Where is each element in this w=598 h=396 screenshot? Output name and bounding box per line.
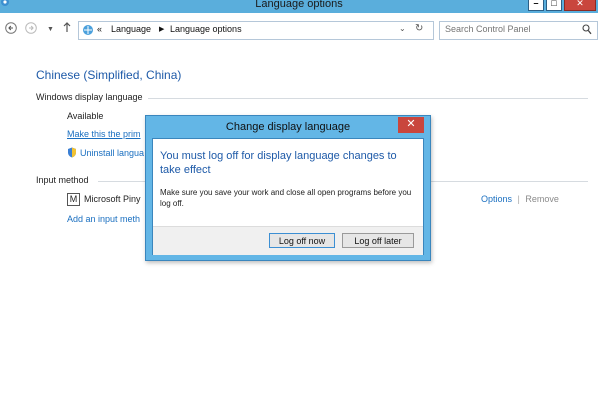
search-icon[interactable]: [582, 24, 592, 37]
availability-status: Available: [67, 111, 104, 121]
minimize-button[interactable]: –: [528, 0, 544, 11]
dialog-close-button[interactable]: ✕: [398, 117, 424, 133]
breadcrumb-language[interactable]: Language: [111, 24, 151, 34]
dialog-heading: You must log off for display language ch…: [160, 150, 397, 176]
display-language-label: Windows display language: [36, 92, 143, 102]
action-separator: |: [517, 194, 520, 204]
input-method-actions: Options | Remove: [481, 194, 559, 204]
title-bar: Language options – □ ✕: [0, 0, 598, 13]
breadcrumb-language-options[interactable]: Language options: [170, 24, 242, 34]
section-divider: [148, 98, 588, 99]
dialog-title: Change display language: [225, 121, 351, 133]
log-off-now-button[interactable]: Log off now: [269, 233, 335, 248]
maximize-icon: □: [551, 0, 557, 8]
control-panel-icon: [82, 24, 94, 38]
make-primary-link[interactable]: Make this the prim: [67, 129, 141, 139]
recent-pages-icon[interactable]: ▼: [47, 23, 54, 37]
close-icon: ✕: [406, 118, 416, 130]
maximize-button[interactable]: □: [546, 0, 562, 11]
options-link[interactable]: Options: [481, 194, 512, 204]
shield-icon: [67, 147, 77, 160]
refresh-icon[interactable]: ↻: [415, 23, 423, 34]
dialog-message: Make sure you save your work and close a…: [160, 188, 412, 208]
close-icon: ✕: [576, 0, 584, 8]
language-heading: Chinese (Simplified, China): [36, 68, 182, 82]
ime-name: Microsoft Piny: [84, 194, 141, 204]
change-display-language-dialog: Change display language ✕ You must log o…: [145, 115, 431, 261]
back-arrow-icon[interactable]: [5, 22, 17, 38]
uninstall-link[interactable]: Uninstall langua: [80, 148, 144, 158]
breadcrumb-separator-icon[interactable]: ▶: [159, 25, 164, 33]
log-off-later-button[interactable]: Log off later: [342, 233, 414, 248]
ime-icon: M: [67, 193, 80, 206]
search-box[interactable]: [439, 21, 598, 40]
close-window-button[interactable]: ✕: [564, 0, 596, 11]
minimize-icon: –: [533, 0, 539, 8]
dialog-body: You must log off for display language ch…: [152, 138, 424, 255]
address-bar[interactable]: « Language ▶ Language options ⌄ ↻: [78, 21, 434, 40]
window-title: Language options: [255, 0, 343, 10]
add-input-method-link[interactable]: Add an input meth: [67, 214, 140, 224]
remove-link[interactable]: Remove: [525, 194, 559, 204]
forward-arrow-icon[interactable]: [25, 22, 37, 38]
up-arrow-icon[interactable]: [62, 21, 72, 37]
dialog-footer: Log off now Log off later: [153, 226, 423, 255]
input-method-label: Input method: [36, 175, 89, 185]
search-input[interactable]: [445, 24, 575, 34]
dropdown-chevron-icon[interactable]: ⌄: [399, 24, 406, 33]
address-overflow-marker[interactable]: «: [97, 24, 102, 34]
